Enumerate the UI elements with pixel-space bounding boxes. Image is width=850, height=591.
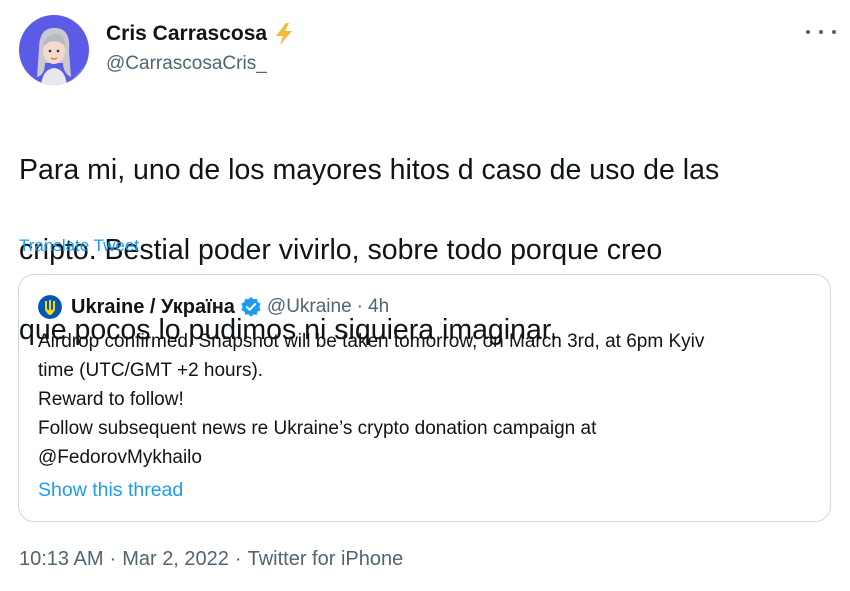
tweet-date[interactable]: Mar 2, 2022	[122, 548, 229, 571]
quoted-body-line: @FedorovMykhailo	[38, 447, 202, 468]
quoted-display-name[interactable]: Ukraine / Україна	[71, 296, 235, 319]
tweet-source[interactable]: Twitter for iPhone	[248, 548, 404, 571]
separator-dot: ·	[109, 548, 117, 570]
verified-badge-icon	[240, 296, 262, 318]
quoted-body-line: Follow subsequent news re Ukraine’s cryp…	[38, 418, 597, 439]
tweet-time[interactable]: 10:13 AM	[19, 548, 104, 571]
quoted-timestamp[interactable]: 4h	[368, 296, 389, 318]
tweet-meta: 10:13 AM · Mar 2, 2022 · Twitter for iPh…	[19, 548, 403, 571]
quoted-body-line: Airdrop confirmed. Snapshot will be take…	[38, 331, 705, 352]
ukraine-avatar[interactable]	[38, 295, 62, 319]
quoted-body-line: time (UTC/GMT +2 hours).	[38, 360, 264, 381]
quoted-tweet-card[interactable]: Ukraine / Україна @Ukraine · 4h Airdrop …	[18, 274, 831, 522]
author-handle[interactable]: @CarrascosaCris_	[106, 53, 295, 75]
lightning-bolt-icon	[273, 22, 295, 46]
show-thread-link[interactable]: Show this thread	[38, 479, 183, 502]
quoted-tweet-header: Ukraine / Україна @Ukraine · 4h	[38, 295, 389, 319]
quoted-body-line: Reward to follow!	[38, 389, 184, 410]
author-avatar[interactable]	[19, 15, 89, 85]
quoted-handle[interactable]: @Ukraine	[267, 296, 352, 318]
quoted-tweet-body: Airdrop confirmed. Snapshot will be take…	[38, 327, 818, 472]
translate-tweet-link[interactable]: Translate Tweet	[19, 236, 139, 256]
separator-dot: ·	[234, 548, 242, 570]
tweet-text-line: cripto. Bestial poder vivirlo, sobre tod…	[19, 234, 663, 266]
separator-dot: ·	[356, 296, 363, 317]
more-options-icon[interactable]	[806, 22, 836, 42]
author-display-name[interactable]: Cris Carrascosa	[106, 22, 267, 46]
tweet-text-line: Para mi, uno de los mayores hitos d caso…	[19, 154, 720, 186]
author-block: Cris Carrascosa @CarrascosaCris_	[106, 18, 295, 75]
